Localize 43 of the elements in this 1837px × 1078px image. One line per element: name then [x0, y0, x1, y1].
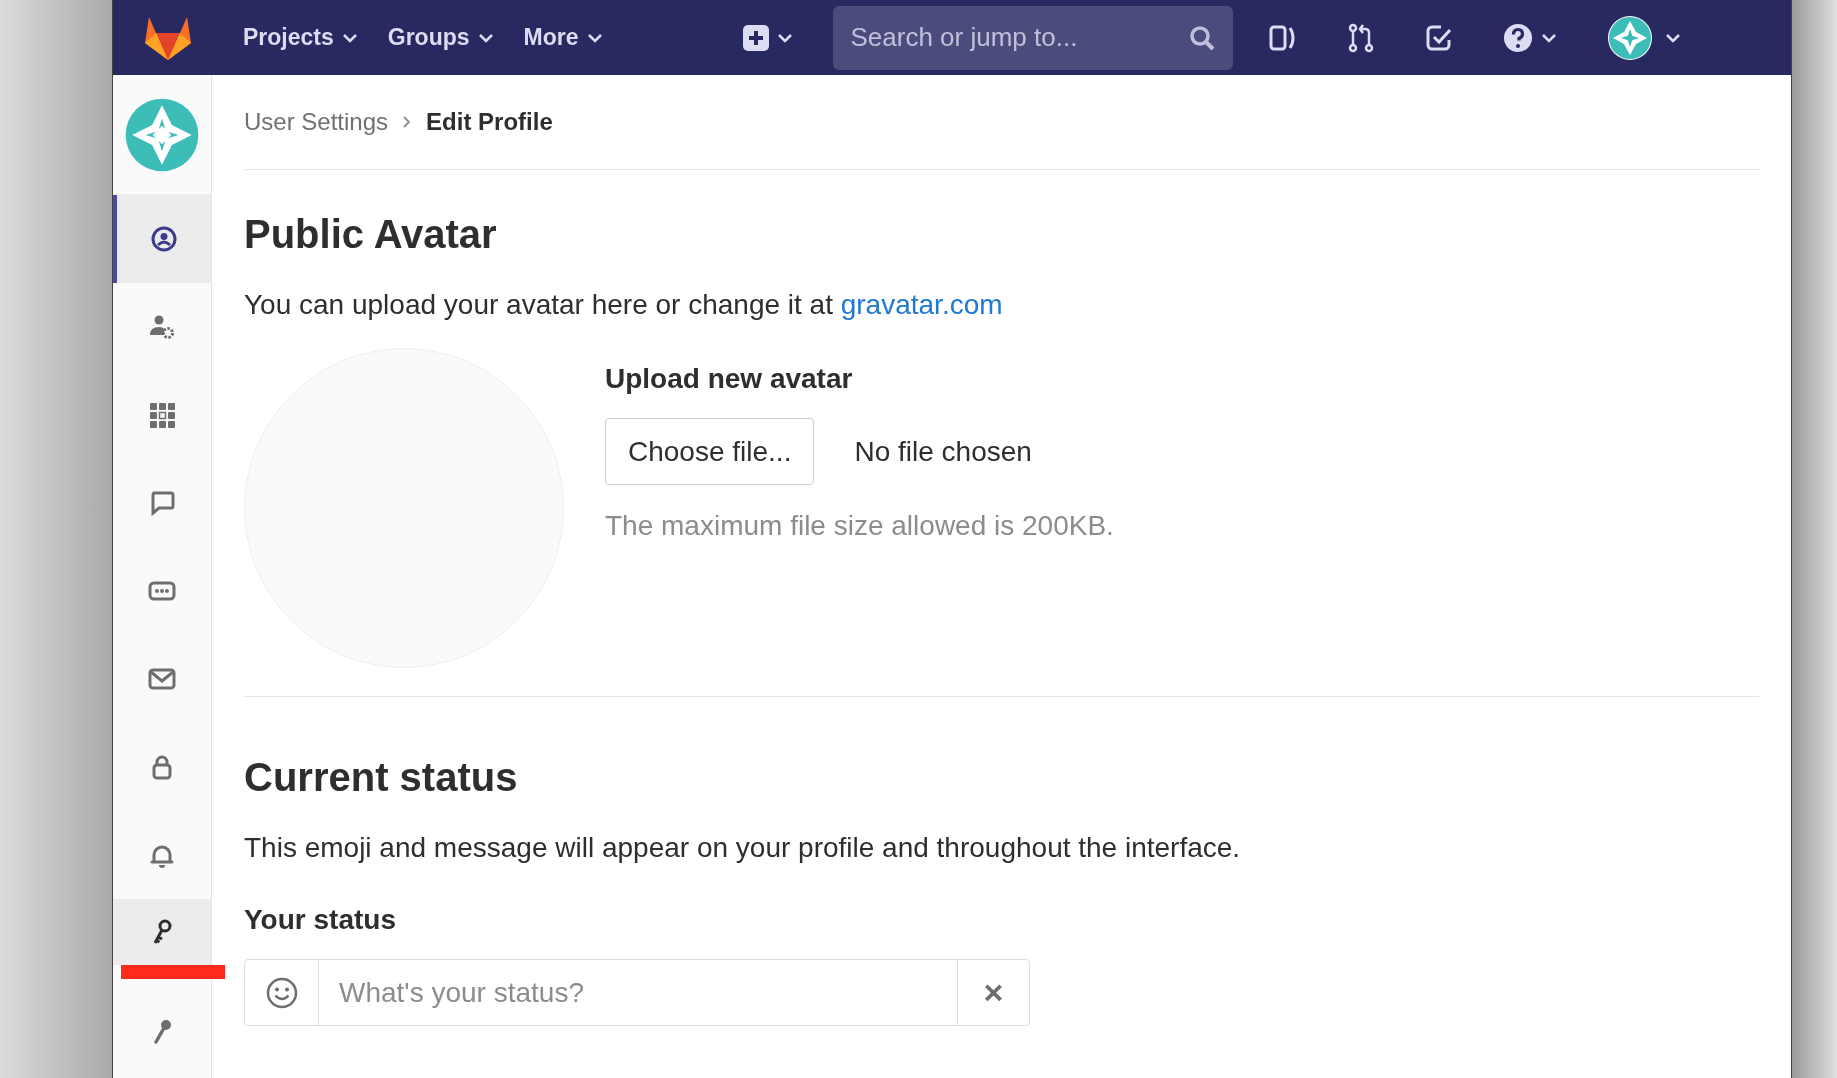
user-menu-button[interactable]	[1606, 14, 1681, 61]
chevron-right-icon	[402, 115, 413, 129]
nav-menu-button[interactable]: Groups	[387, 20, 494, 55]
chevron-down-icon	[586, 32, 603, 43]
status-field[interactable]: What's your status? ×	[244, 959, 1030, 1026]
status-input-field[interactable]: What's your status?	[319, 960, 957, 1025]
panel-icon[interactable]	[1268, 23, 1297, 52]
breadcrumb-link[interactable]: User Settings	[244, 104, 389, 140]
field-label: Upload new avatar	[605, 362, 854, 396]
chevron-down-icon	[1664, 32, 1681, 43]
breadcrumb-link[interactable]: Edit Profile	[426, 104, 553, 140]
choose-file-button[interactable]: Choose file...	[605, 418, 815, 485]
avatar-pattern-icon	[1606, 14, 1653, 61]
section-description: You can upload your avatar here or change it at gravatar.com	[244, 288, 1004, 322]
sidebar-item[interactable]	[113, 899, 211, 965]
clear-button[interactable]: ×	[957, 960, 1029, 1025]
file-status-text: No file chosen	[854, 434, 1032, 469]
field-label: Your status	[244, 903, 397, 937]
sidebar-item[interactable]	[113, 195, 211, 283]
section-title: Public Avatar	[244, 211, 498, 258]
chevron-down-icon	[341, 32, 358, 43]
chevron-down-icon	[477, 32, 494, 43]
search-input[interactable]: Search or jump to...	[850, 18, 1189, 57]
section-description: This emoji and message will appear on your profile and throughout the interface.	[244, 831, 1242, 865]
user-gear-icon	[148, 313, 176, 341]
nav-menu-button[interactable]: Projects	[243, 20, 358, 55]
help-menu-button[interactable]	[1502, 22, 1557, 53]
chevron-down-icon	[776, 32, 793, 43]
nav-menu-button[interactable]: More	[523, 20, 603, 55]
plus-icon	[742, 24, 769, 51]
merge-request-icon[interactable]	[1346, 22, 1375, 53]
profile-icon	[150, 225, 178, 253]
gravatar-link[interactable]: gravatar.com	[840, 289, 1003, 320]
chevron-down-icon	[1540, 32, 1557, 43]
question-icon	[1502, 22, 1533, 53]
search-icon	[1188, 24, 1215, 51]
grid-icon	[148, 401, 176, 429]
todo-check-icon[interactable]	[1424, 23, 1453, 52]
search-field[interactable]: Search or jump to...	[832, 5, 1233, 70]
new-menu-button[interactable]	[742, 24, 793, 51]
section-title: Current status	[244, 754, 519, 801]
smiley-icon	[265, 976, 298, 1009]
hint-text: The maximum file size allowed is 200KB.	[605, 509, 1114, 543]
